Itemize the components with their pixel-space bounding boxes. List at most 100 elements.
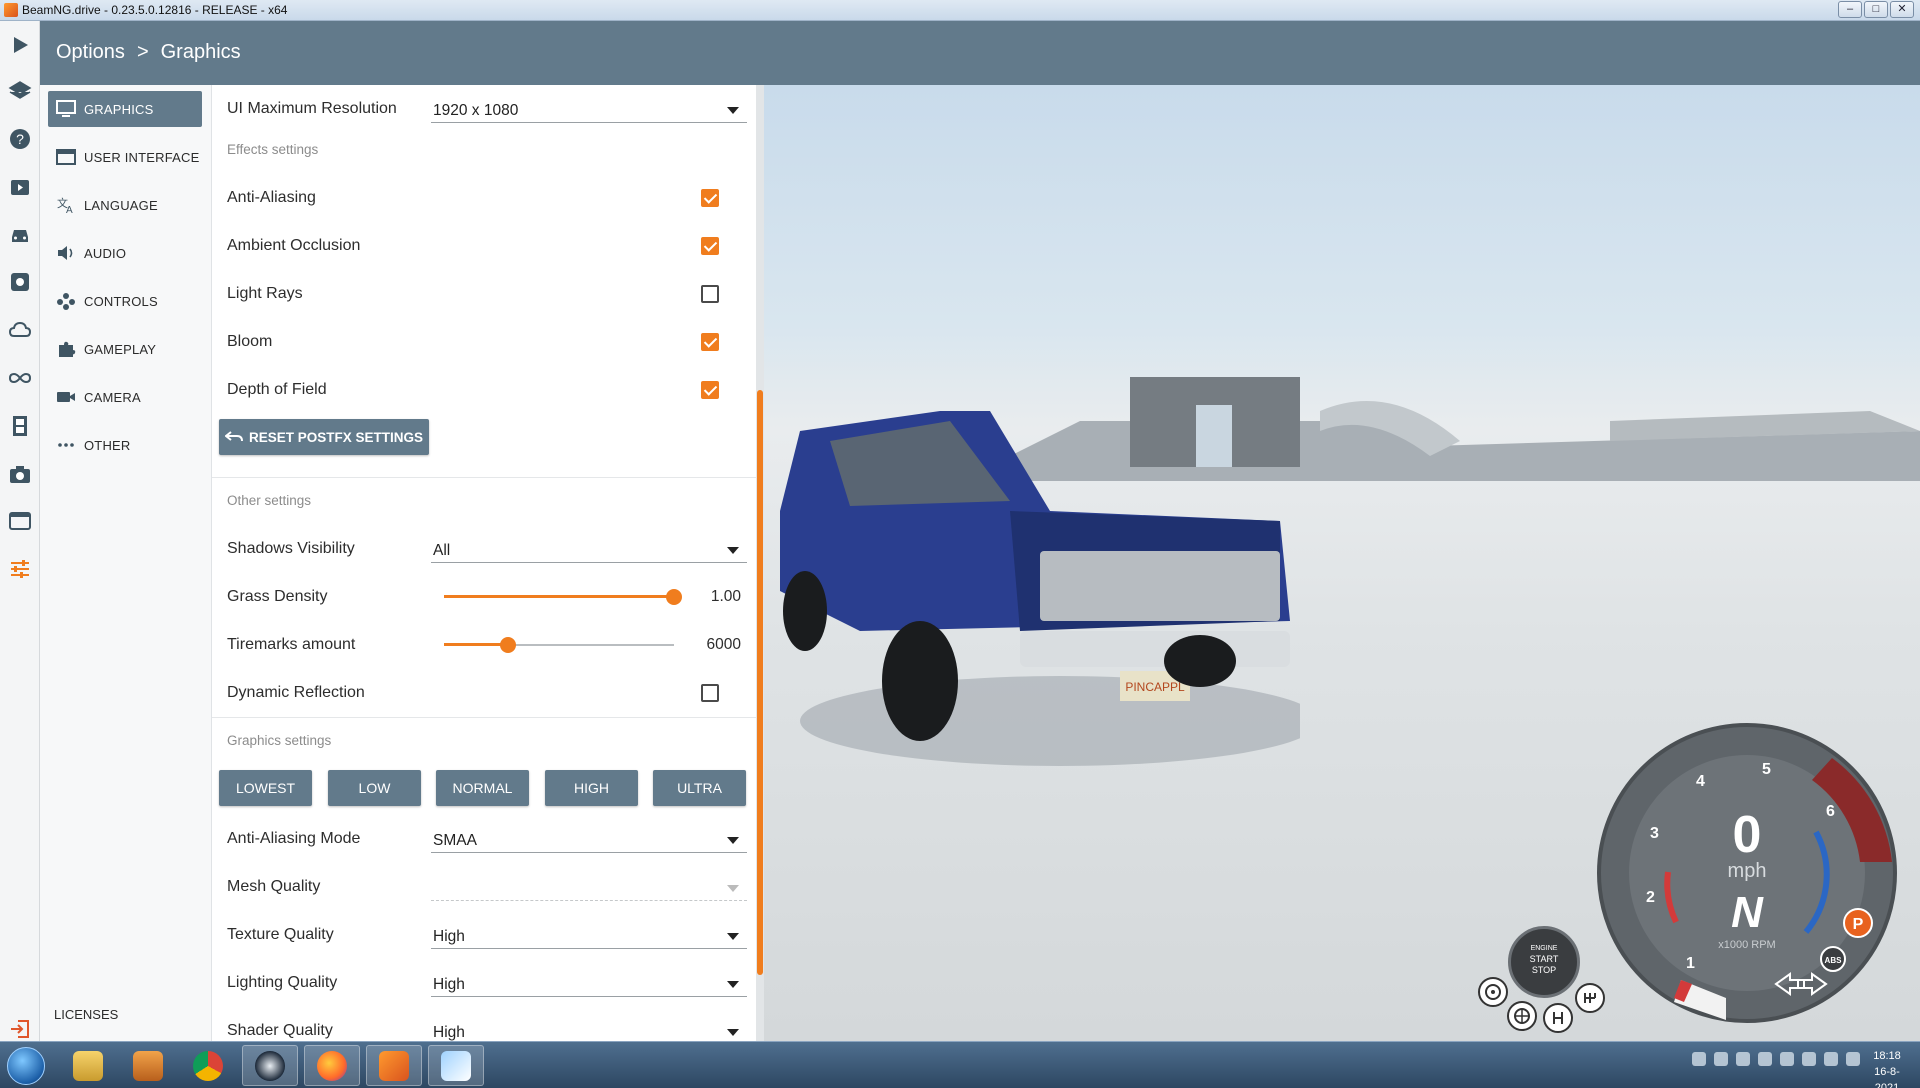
tray-app-icon[interactable]: [1846, 1052, 1860, 1066]
scenario-icon[interactable]: [6, 173, 34, 201]
menu-item-label: LANGUAGE: [84, 197, 158, 213]
options-category-menu: GRAPHICS USER INTERFACE 文A LANGUAGE AUDI…: [40, 85, 212, 1041]
wheel-icon[interactable]: [1478, 977, 1508, 1007]
beamng-icon: [379, 1050, 409, 1081]
preset-ultra-button[interactable]: ULTRA: [653, 770, 746, 806]
reset-postfx-label: RESET POSTFX SETTINGS: [248, 429, 424, 445]
setting-anti-aliasing: Anti-Aliasing: [212, 174, 756, 222]
infinity-icon[interactable]: [6, 364, 34, 392]
menu-item-user-interface[interactable]: USER INTERFACE: [48, 139, 202, 175]
menu-item-gameplay[interactable]: GAMEPLAY: [48, 331, 202, 367]
menu-item-language[interactable]: 文A LANGUAGE: [48, 187, 202, 223]
tray-show-hidden-icon[interactable]: [1692, 1052, 1706, 1066]
reset-postfx-button[interactable]: RESET POSTFX SETTINGS: [219, 419, 429, 455]
ambient-occlusion-checkbox[interactable]: [701, 237, 719, 255]
svg-text:PINCAPPL: PINCAPPL: [1125, 680, 1185, 694]
menu-item-controls[interactable]: CONTROLS: [48, 283, 202, 319]
powertrain-icon[interactable]: [1543, 1003, 1573, 1033]
differential-icon[interactable]: [1507, 1001, 1537, 1031]
preset-high-button[interactable]: HIGH: [545, 770, 638, 806]
dropdown-arrow-icon: [727, 885, 739, 892]
start-button[interactable]: [2, 1044, 50, 1088]
speaker-icon: [58, 246, 73, 260]
ui-apps-icon[interactable]: [6, 507, 34, 535]
taskbar-chrome[interactable]: [180, 1045, 236, 1086]
minimize-button[interactable]: –: [1838, 1, 1862, 18]
setting-mesh-quality: Mesh Quality: [212, 863, 756, 911]
taskbar-paint[interactable]: [428, 1045, 484, 1086]
taskbar-clock[interactable]: 18:18 16-8-2021: [1862, 1048, 1912, 1088]
cloud-icon[interactable]: [6, 316, 34, 344]
depth-of-field-checkbox[interactable]: [701, 381, 719, 399]
puzzle-icon: [59, 341, 76, 357]
close-button[interactable]: ✕: [1890, 1, 1914, 18]
setting-shader-quality: Shader Quality High: [212, 1007, 756, 1041]
taskbar-media-player[interactable]: [120, 1045, 176, 1086]
maximize-button[interactable]: □: [1864, 1, 1888, 18]
setting-ui-max-resolution: UI Maximum Resolution 1920 x 1080: [212, 85, 756, 133]
engine-start-stop-button[interactable]: ENGINE START STOP: [1508, 926, 1580, 998]
preset-lowest-button[interactable]: LOWEST: [219, 770, 312, 806]
tray-network-icon[interactable]: [1802, 1052, 1816, 1066]
setting-label: UI Maximum Resolution: [227, 100, 397, 117]
gearbox-icon[interactable]: [1575, 983, 1605, 1013]
ui-max-resolution-select[interactable]: 1920 x 1080: [431, 93, 747, 123]
dynamic-reflection-checkbox[interactable]: [701, 684, 719, 702]
help-icon[interactable]: ?: [6, 125, 34, 153]
chrome-icon: [193, 1050, 223, 1081]
engine-line3: STOP: [1531, 965, 1557, 975]
options-sliders-icon[interactable]: [6, 555, 34, 583]
taskbar-firefox[interactable]: [304, 1045, 360, 1086]
film-icon[interactable]: [6, 412, 34, 440]
more-dots-icon: [58, 443, 74, 447]
menu-item-other[interactable]: OTHER: [48, 427, 202, 463]
preset-low-button[interactable]: LOW: [328, 770, 421, 806]
scrollbar-thumb[interactable]: [757, 390, 763, 975]
clock-date: 16-8-2021: [1874, 1066, 1900, 1088]
menu-item-graphics[interactable]: GRAPHICS: [48, 91, 202, 127]
windows-logo-icon: [7, 1047, 45, 1085]
breadcrumb-graphics: Graphics: [160, 41, 241, 63]
vehicle-icon[interactable]: [6, 221, 34, 249]
firefox-icon: [317, 1050, 347, 1081]
lighting-quality-select[interactable]: High: [431, 967, 747, 997]
anti-aliasing-checkbox[interactable]: [701, 189, 719, 207]
setting-label: Shader Quality: [227, 1022, 333, 1039]
mesh-quality-select[interactable]: [431, 871, 747, 901]
slider-handle[interactable]: [500, 637, 517, 653]
menu-item-camera[interactable]: CAMERA: [48, 379, 202, 415]
tray-app-icon[interactable]: [1714, 1052, 1728, 1066]
camera-icon[interactable]: [6, 460, 34, 488]
tray-steam-icon[interactable]: [1758, 1052, 1772, 1066]
tray-app-icon[interactable]: [1736, 1052, 1750, 1066]
grass-density-slider[interactable]: [444, 587, 682, 607]
clock-time: 18:18: [1873, 1050, 1901, 1062]
taskbar-beamng[interactable]: [366, 1045, 422, 1086]
left-toolbar: ?: [0, 21, 40, 1041]
tray-volume-icon[interactable]: [1824, 1052, 1838, 1066]
settings-scrollbar[interactable]: [756, 85, 764, 1041]
breadcrumb-separator: >: [136, 41, 149, 63]
texture-quality-select[interactable]: High: [431, 919, 747, 949]
vehicle-config-icon[interactable]: [6, 268, 34, 296]
steam-icon: [255, 1050, 285, 1081]
light-rays-checkbox[interactable]: [701, 285, 719, 303]
shadows-visibility-select[interactable]: All: [431, 533, 747, 563]
slider-handle[interactable]: [666, 589, 682, 605]
layers-icon[interactable]: [6, 77, 34, 105]
shader-quality-select[interactable]: High: [431, 1015, 747, 1041]
setting-texture-quality: Texture Quality High: [212, 911, 756, 959]
licenses-link[interactable]: LICENSES: [54, 1007, 118, 1022]
exit-icon[interactable]: [6, 1015, 34, 1043]
bloom-checkbox[interactable]: [701, 333, 719, 351]
tiremarks-amount-slider[interactable]: [444, 635, 674, 655]
tray-flag-icon[interactable]: [1780, 1052, 1794, 1066]
anti-aliasing-mode-select[interactable]: SMAA: [431, 823, 747, 853]
setting-label: Bloom: [227, 333, 273, 350]
preset-normal-button[interactable]: NORMAL: [436, 770, 529, 806]
breadcrumb-options[interactable]: Options: [56, 41, 125, 64]
play-icon[interactable]: [6, 31, 34, 59]
taskbar-steam[interactable]: [242, 1045, 298, 1086]
taskbar-explorer[interactable]: [60, 1045, 116, 1086]
menu-item-audio[interactable]: AUDIO: [48, 235, 202, 271]
